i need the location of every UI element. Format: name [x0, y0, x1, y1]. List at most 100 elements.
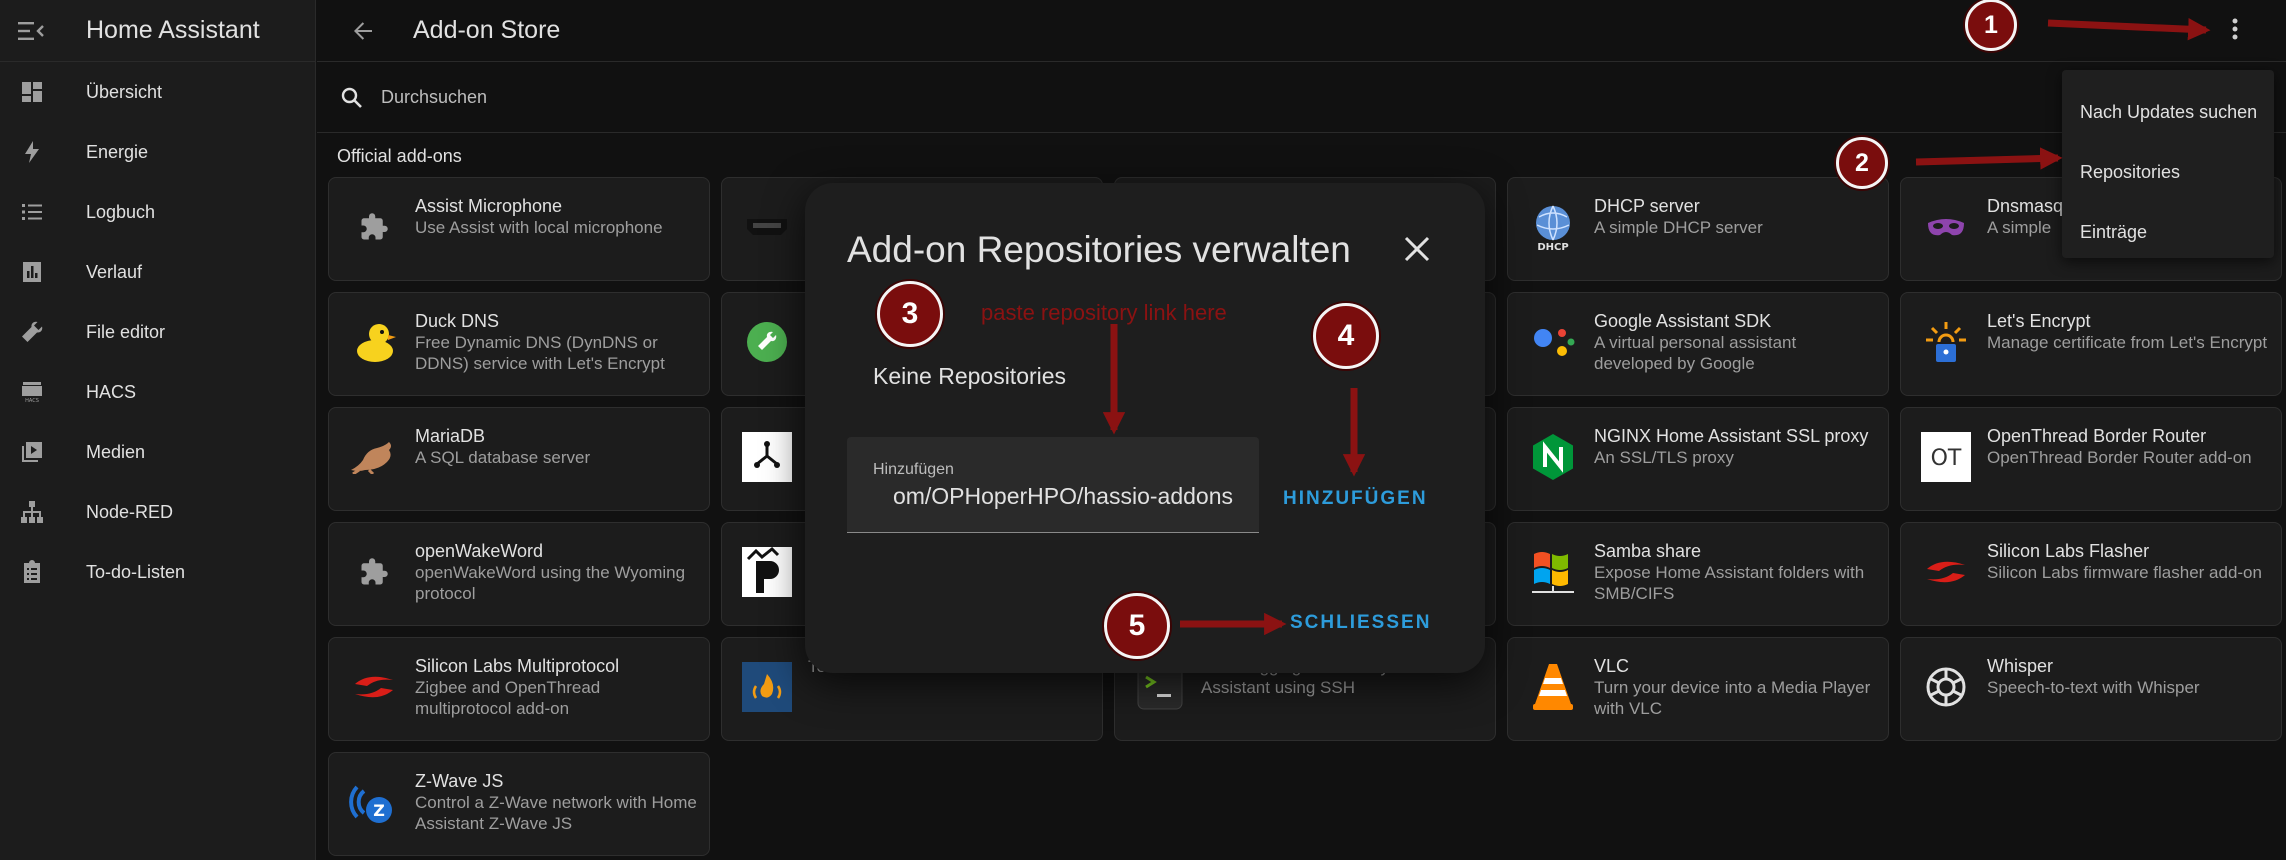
menu-item-registries[interactable]: Einträge [2062, 202, 2274, 262]
app-title: Home Assistant [86, 16, 260, 44]
addon-name: VLC [1594, 656, 1630, 676]
sidebar-item-media[interactable]: Medien [0, 422, 315, 482]
addon-card[interactable]: openWakeWord openWakeWord using the Wyomi… [328, 522, 710, 626]
close-icon [1404, 236, 1430, 262]
addon-description: Use Assist with local microphone [415, 218, 663, 237]
addon-card[interactable]: Silicon Labs Multiprotocol Zigbee and Ope… [328, 637, 710, 741]
addon-card[interactable]: DHCP DHCP server A simple DHCP server [1507, 177, 1889, 281]
sidebar-item-overview[interactable]: Übersicht [0, 62, 315, 122]
addon-description: An SSL/TLS proxy [1594, 448, 1734, 467]
svg-text:Z: Z [373, 801, 385, 820]
silabs-icon [347, 660, 401, 714]
svg-text:DHCP: DHCP [1537, 242, 1568, 251]
puzzle-icon [347, 200, 401, 254]
search-bar [317, 63, 2286, 133]
search-icon [337, 83, 367, 113]
field-label: Hinzufügen [873, 461, 954, 478]
addon-name: Silicon Labs Multiprotocol [415, 656, 620, 676]
addon-card[interactable]: MariaDB A SQL database server [328, 407, 710, 511]
sidebar-item-label: To-do-Listen [86, 561, 186, 582]
clipboard-list-icon [18, 558, 46, 586]
addon-name: Samba share [1594, 541, 1702, 561]
overflow-menu: Nach Updates suchen Repositories Einträg… [2062, 70, 2274, 258]
sidebar-item-label: HACS [86, 381, 137, 402]
search-input[interactable] [381, 87, 1781, 108]
add-button[interactable]: HINZUFÜGEN [1283, 488, 1428, 510]
dialog-title: Add-on Repositories verwalten [847, 229, 1351, 270]
addon-name: MariaDB [415, 426, 486, 446]
vlc-cone-icon [1526, 660, 1580, 714]
chart-box-icon [18, 258, 46, 286]
sidebar-item-todo[interactable]: To-do-Listen [0, 542, 315, 602]
addon-description: Turn your device into a Media Player wit… [1594, 678, 1871, 718]
addon-card[interactable]: Duck DNS Free Dynamic DNS (DynDNS or DDNS… [328, 292, 710, 396]
sidebar-item-logbook[interactable]: Logbuch [0, 182, 315, 242]
addon-card[interactable]: Silicon Labs Flasher Silicon Labs firmwar… [1900, 522, 2282, 626]
mask-icon [1919, 200, 1973, 254]
addon-description: Speech-to-text with Whisper [1987, 678, 2200, 697]
menu-open-icon [18, 21, 44, 40]
sidebar-item-file-editor[interactable]: File editor [0, 302, 315, 362]
addon-card[interactable]: Let's Encrypt Manage certificate from Let… [1900, 292, 2282, 396]
lock-sun-icon [1919, 315, 1973, 369]
addon-name: Duck DNS [415, 311, 500, 331]
addon-description: Zigbee and OpenThread multiprotocol add-… [415, 678, 601, 718]
addon-description: OpenThread Border Router add-on [1987, 448, 2252, 467]
sidebar-item-node-red[interactable]: Node-RED [0, 482, 315, 542]
back-button[interactable] [339, 7, 387, 55]
addon-name: Assist Microphone [415, 196, 563, 216]
addon-card[interactable]: Z Z-Wave JS Control a Z-Wave network with… [328, 752, 710, 856]
svg-text:HACS: HACS [25, 398, 39, 404]
openai-icon [1919, 660, 1973, 714]
zwave-icon: Z [347, 775, 401, 829]
close-button[interactable]: SCHLIESSEN [1290, 612, 1431, 634]
addon-card[interactable]: Samba share Expose Home Assistant folders… [1507, 522, 1889, 626]
annotation-badge-4: 4 [1313, 303, 1379, 369]
sidebar-item-label: Übersicht [86, 81, 163, 102]
section-title: Official add-ons [337, 146, 462, 166]
addon-description: Silicon Labs firmware flasher add-on [1987, 563, 2262, 582]
addon-name: Let's Encrypt [1987, 311, 2091, 331]
page-title: Add-on Store [413, 16, 561, 44]
addon-card[interactable]: NGINX Home Assistant SSL proxy An SSL/TLS… [1507, 407, 1889, 511]
wrench-circle-icon [740, 315, 794, 369]
addon-description: A simple DHCP server [1594, 218, 1763, 237]
addon-description: Control a Z-Wave network with Home Assis… [415, 793, 697, 833]
svg-text:OT: OT [1931, 446, 1962, 471]
addon-description: A virtual personal assistant developed b… [1594, 333, 1797, 373]
addon-card[interactable]: Google Assistant SDK A virtual personal a… [1507, 292, 1889, 396]
openthread-icon: OT [1919, 430, 1973, 484]
lightning-bolt-icon [18, 138, 46, 166]
menu-item-check-updates[interactable]: Nach Updates suchen [2062, 82, 2274, 142]
addon-description: Manage certificate from Let's Encrypt [1987, 333, 2268, 352]
addon-name: Google Assistant SDK [1594, 311, 1772, 331]
menu-toggle-button[interactable] [0, 0, 62, 62]
addon-name: openWakeWord [415, 541, 544, 561]
nginx-icon [1526, 430, 1580, 484]
dialog-close-button[interactable] [1395, 227, 1439, 271]
arrow-left-icon [354, 21, 372, 40]
piper-icon [740, 545, 794, 599]
addon-card[interactable]: VLC Turn your device into a Media Player … [1507, 637, 1889, 741]
overflow-menu-button[interactable] [2220, 14, 2250, 44]
repository-url-field[interactable]: Hinzufügen om/OPHoperHPO/hassio-addons [847, 437, 1259, 533]
addon-card[interactable]: Assist Microphone Use Assist with local m… [328, 177, 710, 281]
tellstick-icon [740, 660, 794, 714]
sidebar-item-label: Logbuch [86, 201, 156, 222]
addon-description: A simple [1987, 218, 2052, 237]
sidebar-item-hacs[interactable]: HACS HACS [0, 362, 315, 422]
seal-icon [347, 430, 401, 484]
addon-name: OpenThread Border Router [1987, 426, 2207, 446]
sidebar-item-energy[interactable]: Energie [0, 122, 315, 182]
addon-name: NGINX Home Assistant SSL proxy [1594, 426, 1869, 446]
dhcp-globe-icon: DHCP [1526, 200, 1580, 254]
sidebar-item-label: Medien [86, 441, 146, 462]
addon-card[interactable]: Whisper Speech-to-text with Whisper [1900, 637, 2282, 741]
addon-card[interactable]: OT OpenThread Border Router OpenThread Bo… [1900, 407, 2282, 511]
sidebar: Home Assistant Übersicht Energie Logbuch… [0, 0, 316, 860]
addon-name: DHCP server [1594, 196, 1700, 216]
field-value[interactable]: om/OPHoperHPO/hassio-addons [893, 483, 1233, 510]
sidebar-item-history[interactable]: Verlauf [0, 242, 315, 302]
annotation-badge-5: 5 [1104, 593, 1170, 659]
menu-item-repositories[interactable]: Repositories [2062, 142, 2274, 202]
